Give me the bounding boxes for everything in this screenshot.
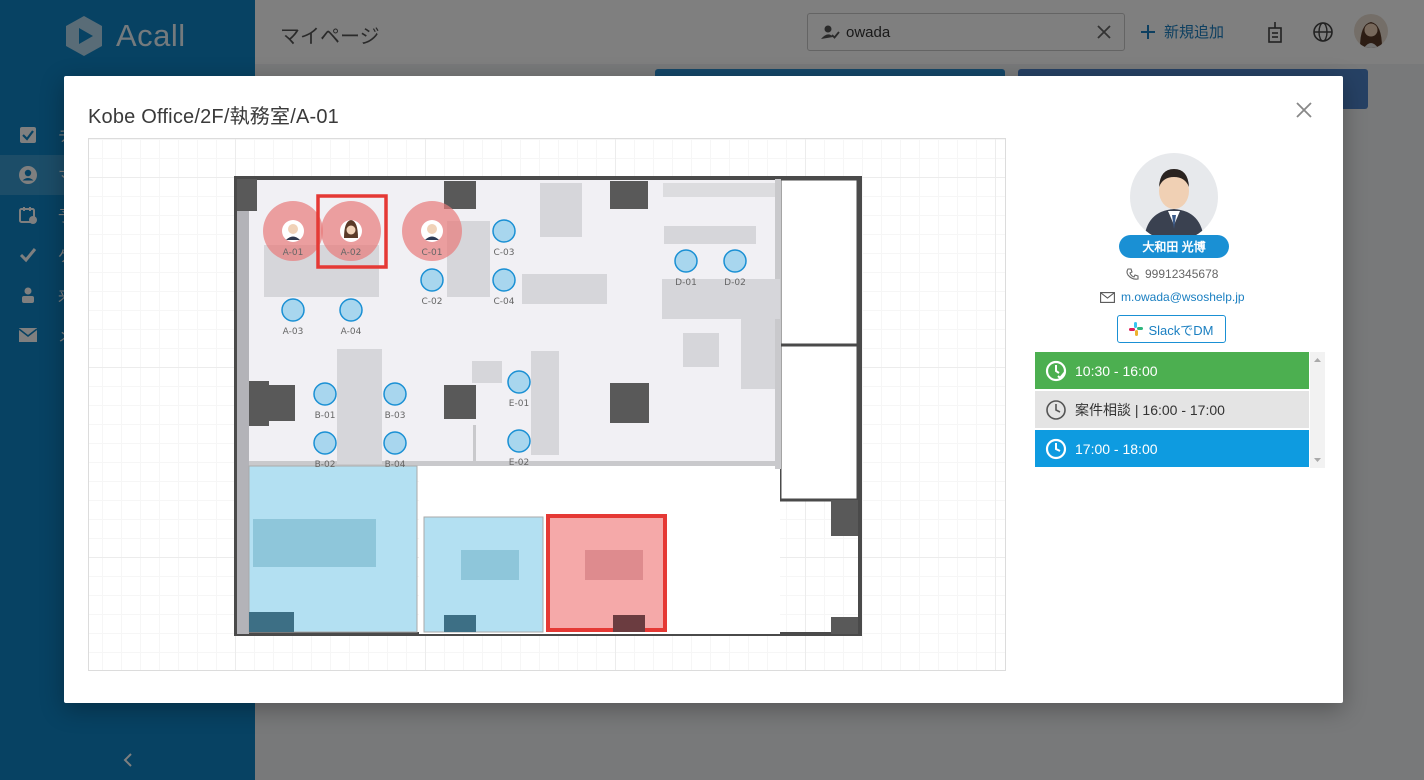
seat-A-01[interactable]: A-01: [263, 201, 323, 261]
shelf: [663, 183, 775, 197]
seat-A-04[interactable]: A-04: [339, 298, 363, 337]
svg-text:E-02: E-02: [509, 458, 529, 468]
schedule-list: 10:30 - 16:00 案件相談 | 16:00 - 17:00 17:00…: [1035, 352, 1309, 468]
floor-map: A-01 A-02 C-01 C-03 C-02 C-04 D-01 D-02 …: [88, 138, 1006, 671]
pillar: [237, 179, 257, 211]
pillar: [831, 617, 858, 634]
svg-text:B-01: B-01: [315, 411, 336, 421]
seat-D-01[interactable]: D-01: [674, 249, 698, 288]
desk: [683, 333, 719, 367]
email-address[interactable]: m.owada@wsoshelp.jp: [1121, 290, 1245, 304]
svg-text:E-01: E-01: [509, 399, 529, 409]
schedule-item-meeting[interactable]: 案件相談 | 16:00 - 17:00: [1035, 391, 1309, 428]
seat-D-02[interactable]: D-02: [723, 249, 747, 288]
svg-text:C-03: C-03: [494, 248, 515, 258]
seat-C-01[interactable]: C-01: [402, 201, 462, 261]
svg-text:A-04: A-04: [341, 327, 362, 337]
svg-text:B-02: B-02: [315, 460, 336, 470]
schedule-item-upcoming[interactable]: 17:00 - 18:00: [1035, 430, 1309, 467]
desk: [472, 361, 502, 383]
seat-E-02[interactable]: E-02: [507, 429, 531, 468]
wall-left: [237, 179, 249, 634]
svg-text:D-02: D-02: [724, 278, 746, 288]
svg-text:A-03: A-03: [283, 327, 304, 337]
schedule-time: 案件相談 | 16:00 - 17:00: [1075, 401, 1225, 418]
desk: [531, 351, 559, 455]
profile-photo: [1130, 153, 1218, 241]
profile-image: [1130, 153, 1218, 241]
seat-B-01[interactable]: B-01: [313, 382, 337, 421]
pillar: [444, 181, 476, 209]
cabinet: [255, 385, 295, 421]
clock-icon: [1046, 399, 1066, 420]
meeting-table: [461, 550, 519, 580]
cabinet: [444, 615, 476, 632]
seat-A-03[interactable]: A-03: [281, 298, 305, 337]
svg-text:A-02: A-02: [341, 248, 362, 258]
cabinet: [444, 385, 476, 419]
seat-C-03[interactable]: C-03: [492, 219, 516, 258]
slack-icon: [1129, 322, 1144, 336]
pillar: [831, 500, 858, 536]
svg-text:C-01: C-01: [422, 248, 443, 258]
schedule-scrollbar[interactable]: [1310, 352, 1325, 468]
phone-icon: [1126, 267, 1139, 280]
schedule-item-current[interactable]: 10:30 - 16:00: [1035, 352, 1309, 389]
cabinet: [610, 383, 649, 423]
side-room: [778, 177, 860, 347]
cabinet: [249, 612, 294, 632]
seat-B-04[interactable]: B-04: [383, 431, 407, 470]
desk: [540, 183, 582, 237]
user-name-badge: 大和田 光博: [1119, 235, 1229, 258]
mail-icon: [1100, 291, 1115, 303]
seat-B-03[interactable]: B-03: [383, 382, 407, 421]
svg-text:B-03: B-03: [385, 411, 406, 421]
schedule-time: 10:30 - 16:00: [1075, 362, 1158, 379]
side-room: [778, 343, 860, 502]
floor-plan-svg: A-01 A-02 C-01 C-03 C-02 C-04 D-01 D-02 …: [234, 176, 862, 636]
svg-text:C-04: C-04: [494, 297, 515, 307]
seat-B-02[interactable]: B-02: [313, 431, 337, 470]
scroll-down-icon[interactable]: [1310, 454, 1325, 466]
desk: [337, 349, 382, 464]
svg-text:A-01: A-01: [283, 248, 304, 258]
svg-text:B-04: B-04: [385, 460, 406, 470]
close-button[interactable]: [1292, 98, 1316, 122]
phone-number: 99912345678: [1145, 267, 1219, 281]
svg-text:D-01: D-01: [675, 278, 697, 288]
desk: [664, 226, 756, 244]
clock-check-icon: [1045, 360, 1067, 381]
clock-icon: [1045, 438, 1067, 459]
cabinet: [613, 615, 645, 632]
meeting-table: [585, 550, 643, 580]
slack-dm-label: SlackでDM: [1148, 322, 1214, 338]
svg-text:C-02: C-02: [422, 297, 443, 307]
seat-detail-modal: Kobe Office/2F/執務室/A-01 A-01 A-02 C-01 C…: [64, 76, 1343, 703]
phone-row: 99912345678: [1126, 267, 1218, 281]
desk: [741, 319, 775, 389]
scroll-up-icon[interactable]: [1310, 354, 1325, 366]
seat-E-01[interactable]: E-01: [507, 370, 531, 409]
email-row[interactable]: m.owada@wsoshelp.jp: [1100, 290, 1245, 304]
seat-C-02[interactable]: C-02: [420, 268, 444, 307]
schedule-time: 17:00 - 18:00: [1075, 440, 1158, 457]
close-icon: [1296, 102, 1312, 118]
slack-dm-button[interactable]: SlackでDM: [1117, 315, 1226, 343]
desk: [522, 274, 607, 304]
meeting-table: [253, 519, 376, 567]
modal-title: Kobe Office/2F/執務室/A-01: [88, 106, 339, 128]
seat-C-04[interactable]: C-04: [492, 268, 516, 307]
pillar: [610, 181, 648, 209]
